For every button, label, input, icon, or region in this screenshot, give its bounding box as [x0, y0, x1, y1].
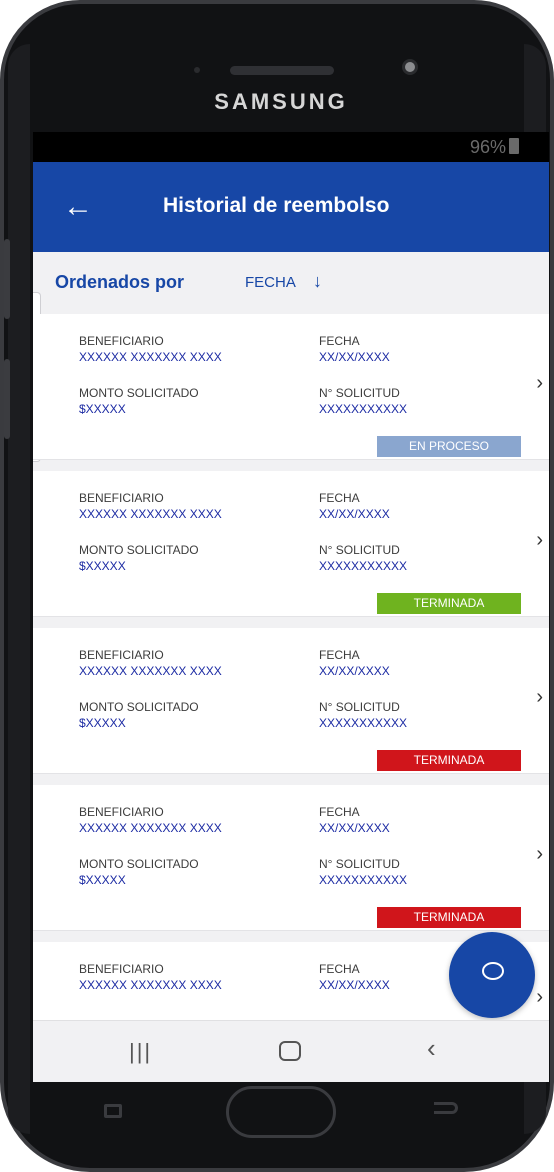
system-nav-bar: ||| ‹: [33, 1020, 549, 1082]
chevron-right-icon[interactable]: ›: [536, 686, 543, 709]
beneficiary-value: XXXXXX XXXXXXX XXXX: [79, 821, 222, 835]
back-key: [434, 1102, 458, 1114]
beneficiary-label: BENEFICIARIO: [79, 334, 164, 348]
battery-percent: 96%: [469, 137, 506, 157]
amount-value: $XXXXX: [79, 559, 126, 573]
home-icon[interactable]: [279, 1041, 301, 1061]
screen: 96% ← Historial de reembolso Ordenados p…: [33, 132, 549, 1082]
chevron-right-icon[interactable]: ›: [536, 529, 543, 552]
beneficiary-value: XXXXXX XXXXXXX XXXX: [79, 507, 222, 521]
chat-bubble-icon: [482, 962, 504, 980]
date-label: FECHA: [319, 962, 360, 976]
status-badge: TERMINADA: [377, 593, 521, 614]
recent-apps-icon[interactable]: |||: [129, 1039, 152, 1065]
arrow-down-icon[interactable]: ↓: [313, 271, 322, 292]
amount-label: MONTO SOLICITADO: [79, 386, 199, 400]
beneficiary-value: XXXXXX XXXXXXX XXXX: [79, 664, 222, 678]
recents-key: [104, 1104, 122, 1118]
device-brand: SAMSUNG: [214, 89, 348, 114]
sensor-dot: [194, 67, 200, 73]
amount-label: MONTO SOLICITADO: [79, 700, 199, 714]
request-value: XXXXXXXXXXX: [319, 716, 408, 730]
date-value: XX/XX/XXXX: [319, 821, 390, 835]
amount-label: MONTO SOLICITADO: [79, 543, 199, 557]
beneficiary-label: BENEFICIARIO: [79, 648, 164, 662]
beneficiary-label: BENEFICIARIO: [79, 491, 164, 505]
back-arrow-icon[interactable]: ←: [63, 190, 93, 224]
list-item[interactable]: BENEFICIARIO XXXXXX XXXXXXX XXXX FECHA X…: [33, 785, 549, 931]
app-bar: ← Historial de reembolso: [33, 162, 549, 252]
beneficiary-label: BENEFICIARIO: [79, 805, 164, 819]
request-label: N° SOLICITUD: [319, 386, 400, 400]
amount-label: MONTO SOLICITADO: [79, 857, 199, 871]
beneficiary-value: XXXXXX XXXXXXX XXXX: [79, 350, 222, 364]
back-chevron-icon[interactable]: ‹: [427, 1033, 436, 1064]
chevron-right-icon[interactable]: ›: [536, 986, 543, 1009]
status-badge: TERMINADA: [377, 750, 521, 771]
amount-value: $XXXXX: [79, 716, 126, 730]
list-item[interactable]: BENEFICIARIO XXXXXX XXXXXXX XXXX FECHA X…: [33, 471, 549, 617]
battery-indicator: 96%: [470, 137, 519, 158]
chevron-right-icon[interactable]: ›: [536, 372, 543, 395]
date-value: XX/XX/XXXX: [319, 350, 390, 364]
request-label: N° SOLICITUD: [319, 700, 400, 714]
list-item[interactable]: BENEFICIARIO XXXXXX XXXXXXX XXXX FECHA X…: [33, 314, 549, 460]
speaker-grille: [230, 66, 334, 75]
amount-value: $XXXXX: [79, 873, 126, 887]
date-value: XX/XX/XXXX: [319, 978, 390, 992]
request-value: XXXXXXXXXXX: [319, 402, 408, 416]
beneficiary-value: XXXXXX XXXXXXX XXXX: [79, 978, 222, 992]
volume-button: [4, 239, 10, 319]
page-title: Historial de reembolso: [163, 194, 390, 217]
beneficiary-label: BENEFICIARIO: [79, 962, 164, 976]
home-key: [226, 1086, 336, 1138]
date-label: FECHA: [319, 334, 360, 348]
status-badge: EN PROCESO: [377, 436, 521, 457]
amount-value: $XXXXX: [79, 402, 126, 416]
date-label: FECHA: [319, 491, 360, 505]
request-value: XXXXXXXXXXX: [319, 559, 408, 573]
bixby-button: [4, 359, 10, 439]
date-value: XX/XX/XXXX: [319, 664, 390, 678]
phone-frame: SAMSUNG 96% ← Historial de reembolso Ord…: [0, 0, 554, 1172]
date-label: FECHA: [319, 805, 360, 819]
request-label: N° SOLICITUD: [319, 543, 400, 557]
sort-label: Ordenados por: [55, 272, 185, 292]
date-label: FECHA: [319, 648, 360, 662]
request-label: N° SOLICITUD: [319, 857, 400, 871]
front-camera: [402, 59, 418, 75]
status-badge: TERMINADA: [377, 907, 521, 928]
phone-edge-left: [8, 44, 30, 1134]
list-item[interactable]: BENEFICIARIO XXXXXX XXXXXXX XXXX FECHA X…: [33, 628, 549, 774]
chevron-right-icon[interactable]: ›: [536, 843, 543, 866]
date-value: XX/XX/XXXX: [319, 507, 390, 521]
request-value: XXXXXXXXXXX: [319, 873, 408, 887]
sort-bar: Ordenados por FECHA ↓: [33, 252, 549, 314]
sort-field-button[interactable]: FECHA: [245, 274, 296, 291]
chat-button[interactable]: [449, 932, 535, 1018]
status-bar: 96%: [33, 132, 549, 162]
battery-icon: [509, 138, 519, 154]
